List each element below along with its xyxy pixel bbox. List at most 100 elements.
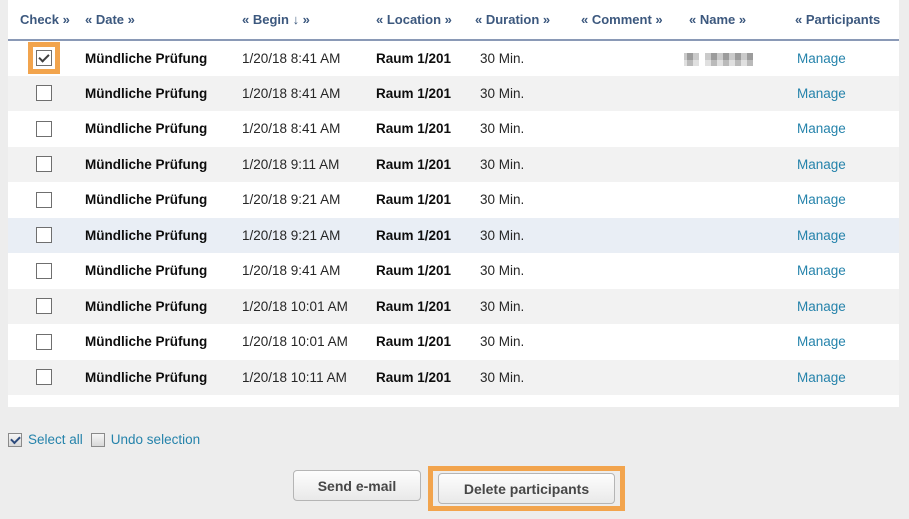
exam-slots-panel: Check » « Date » « Begin ↓ » « Location … — [8, 0, 899, 407]
checkbox-annotation — [28, 184, 60, 216]
duration-cell: 30 Min. — [470, 324, 576, 360]
exam-title-cell: Mündliche Prüfung — [80, 360, 237, 396]
begin-cell: 1/20/18 9:11 AM — [237, 147, 371, 183]
table-row: Mündliche Prüfung 1/20/18 8:41 AM Raum 1… — [8, 111, 899, 147]
name-cell — [684, 253, 790, 289]
name-cell — [684, 76, 790, 112]
table-row: Mündliche Prüfung 1/20/18 8:41 AM Raum 1… — [8, 40, 899, 76]
select-all-checkbox[interactable] — [8, 433, 22, 447]
begin-cell: 1/20/18 10:11 AM — [237, 360, 371, 396]
checkbox-annotation — [28, 113, 60, 145]
begin-cell: 1/20/18 9:41 AM — [237, 253, 371, 289]
name-cell — [684, 147, 790, 183]
row-checkbox[interactable] — [36, 50, 52, 66]
row-checkbox[interactable] — [36, 334, 52, 350]
begin-cell: 1/20/18 8:41 AM — [237, 76, 371, 112]
name-cell — [684, 182, 790, 218]
comment-cell — [576, 40, 684, 76]
check-cell — [8, 76, 80, 112]
send-email-button[interactable]: Send e-mail — [293, 470, 421, 501]
column-header-location[interactable]: « Location » — [371, 0, 470, 40]
manage-link[interactable]: Manage — [797, 86, 846, 101]
duration-cell: 30 Min. — [470, 360, 576, 396]
manage-link[interactable]: Manage — [797, 157, 846, 172]
row-checkbox[interactable] — [36, 192, 52, 208]
row-checkbox[interactable] — [36, 156, 52, 172]
exam-title-cell: Mündliche Prüfung — [80, 289, 237, 325]
undo-selection-checkbox[interactable] — [91, 433, 105, 447]
undo-selection-label[interactable]: Undo selection — [111, 432, 200, 447]
begin-cell: 1/20/18 9:21 AM — [237, 182, 371, 218]
comment-cell — [576, 289, 684, 325]
manage-link[interactable]: Manage — [797, 192, 846, 207]
comment-cell — [576, 218, 684, 254]
comment-cell — [576, 111, 684, 147]
exam-slots-table: Check » « Date » « Begin ↓ » « Location … — [8, 0, 899, 395]
table-row: Mündliche Prüfung 1/20/18 9:21 AM Raum 1… — [8, 218, 899, 254]
manage-link[interactable]: Manage — [797, 370, 846, 385]
column-header-date[interactable]: « Date » — [80, 0, 237, 40]
checkbox-annotation — [28, 290, 60, 322]
row-checkbox[interactable] — [36, 298, 52, 314]
selection-controls: Select all Undo selection — [8, 432, 208, 447]
row-checkbox[interactable] — [36, 369, 52, 385]
name-cell — [684, 324, 790, 360]
check-cell — [8, 147, 80, 183]
delete-participants-button[interactable]: Delete participants — [438, 473, 615, 504]
name-cell — [684, 360, 790, 396]
participants-cell: Manage — [790, 253, 899, 289]
table-row: Mündliche Prüfung 1/20/18 9:11 AM Raum 1… — [8, 147, 899, 183]
duration-cell: 30 Min. — [470, 182, 576, 218]
exam-title-cell: Mündliche Prüfung — [80, 218, 237, 254]
column-header-name[interactable]: « Name » — [684, 0, 790, 40]
exam-title-cell: Mündliche Prüfung — [80, 76, 237, 112]
row-checkbox[interactable] — [36, 227, 52, 243]
name-cell — [684, 40, 790, 76]
exam-title-cell: Mündliche Prüfung — [80, 111, 237, 147]
participants-cell: Manage — [790, 147, 899, 183]
exam-title-cell: Mündliche Prüfung — [80, 324, 237, 360]
exam-title-cell: Mündliche Prüfung — [80, 253, 237, 289]
column-header-duration[interactable]: « Duration » — [470, 0, 576, 40]
select-all-label[interactable]: Select all — [28, 432, 83, 447]
begin-cell: 1/20/18 8:41 AM — [237, 40, 371, 76]
duration-cell: 30 Min. — [470, 253, 576, 289]
manage-link[interactable]: Manage — [797, 334, 846, 349]
table-row: Mündliche Prüfung 1/20/18 10:11 AM Raum … — [8, 360, 899, 396]
checkbox-annotation — [28, 361, 60, 393]
name-cell — [684, 111, 790, 147]
column-header-participants[interactable]: « Participants — [790, 0, 899, 40]
checkbox-annotation — [28, 148, 60, 180]
table-body: Mündliche Prüfung 1/20/18 8:41 AM Raum 1… — [8, 40, 899, 395]
exam-title-cell: Mündliche Prüfung — [80, 40, 237, 76]
redacted-name — [684, 53, 753, 66]
column-header-comment[interactable]: « Comment » — [576, 0, 684, 40]
checkbox-annotation — [28, 219, 60, 251]
location-cell: Raum 1/201 — [371, 147, 470, 183]
location-cell: Raum 1/201 — [371, 76, 470, 112]
check-cell — [8, 182, 80, 218]
table-row: Mündliche Prüfung 1/20/18 9:21 AM Raum 1… — [8, 182, 899, 218]
checkbox-annotation — [28, 255, 60, 287]
duration-cell: 30 Min. — [470, 40, 576, 76]
check-cell — [8, 253, 80, 289]
row-checkbox[interactable] — [36, 85, 52, 101]
checkbox-annotation — [28, 326, 60, 358]
exam-title-cell: Mündliche Prüfung — [80, 182, 237, 218]
location-cell: Raum 1/201 — [371, 111, 470, 147]
manage-link[interactable]: Manage — [797, 121, 846, 136]
manage-link[interactable]: Manage — [797, 263, 846, 278]
row-checkbox[interactable] — [36, 263, 52, 279]
column-header-check[interactable]: Check » — [8, 0, 80, 40]
comment-cell — [576, 253, 684, 289]
row-checkbox[interactable] — [36, 121, 52, 137]
manage-link[interactable]: Manage — [797, 51, 846, 66]
duration-cell: 30 Min. — [470, 147, 576, 183]
begin-cell: 1/20/18 8:41 AM — [237, 111, 371, 147]
participants-cell: Manage — [790, 289, 899, 325]
checkbox-annotation — [28, 77, 60, 109]
manage-link[interactable]: Manage — [797, 228, 846, 243]
location-cell: Raum 1/201 — [371, 182, 470, 218]
manage-link[interactable]: Manage — [797, 299, 846, 314]
column-header-begin[interactable]: « Begin ↓ » — [237, 0, 371, 40]
